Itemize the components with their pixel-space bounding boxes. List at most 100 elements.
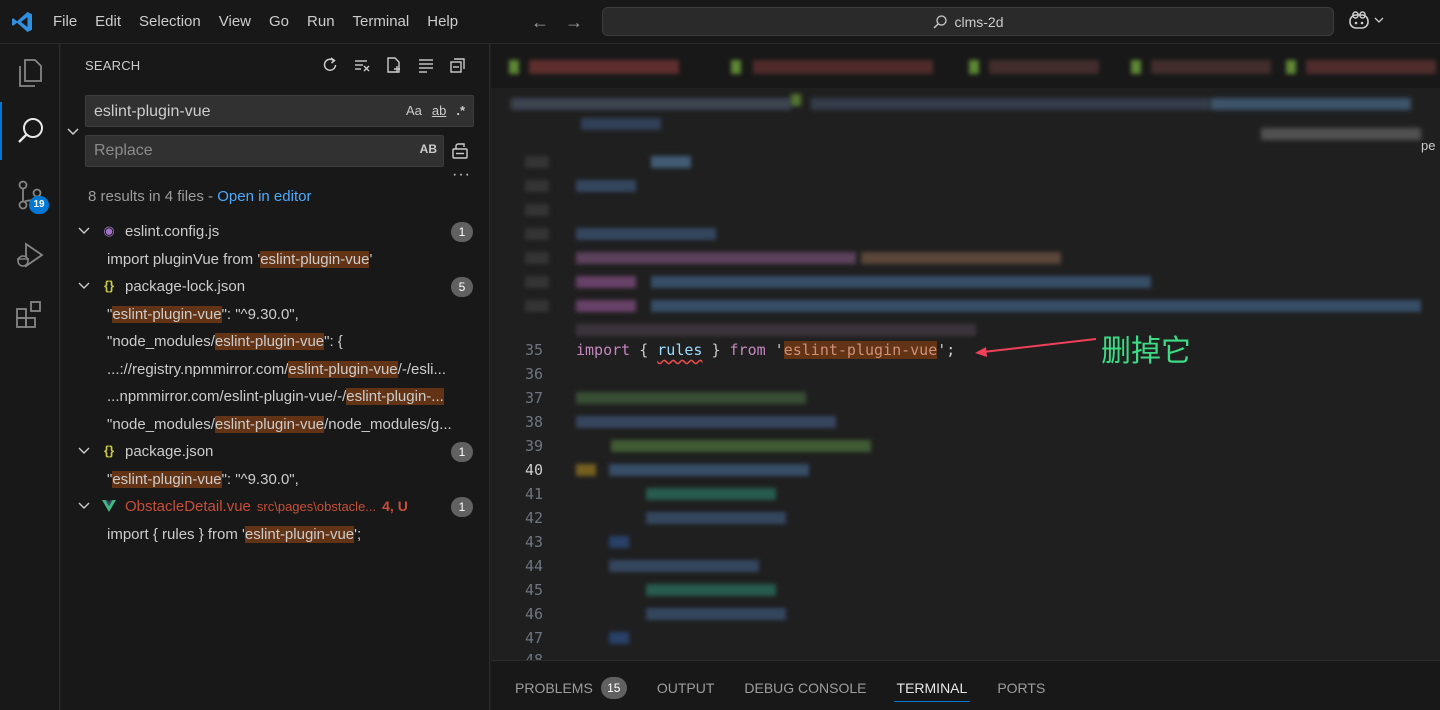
tab-terminal[interactable]: TERMINAL	[893, 675, 971, 702]
search-query: eslint-plugin-vue	[94, 103, 211, 120]
match-line[interactable]: "eslint-plugin-vue": "^9.30.0",	[61, 301, 490, 328]
keyword-from: from	[729, 341, 766, 359]
code-editor[interactable]: pe 35 36 37 38 39 40 41 42 43 44 45 46 4…	[491, 44, 1440, 660]
annotation-arrow	[975, 338, 1097, 357]
tab-ports[interactable]: PORTS	[997, 675, 1045, 701]
brace-close: }	[702, 341, 730, 359]
match-highlight: eslint-plugin-vue	[288, 361, 398, 378]
match-line[interactable]: import { rules } from 'eslint-plugin-vue…	[61, 521, 490, 548]
extensions-icon[interactable]	[0, 285, 60, 343]
file-status: 4, U	[382, 498, 408, 514]
menu-edit[interactable]: Edit	[86, 0, 130, 44]
match-post: ": "^9.30.0",	[221, 471, 299, 488]
match-pre: "node_modules/	[107, 333, 215, 350]
line-number: 43	[524, 533, 543, 551]
results-summary: 8 results in 4 files - Open in editor	[88, 188, 311, 205]
chevron-down-icon[interactable]	[77, 224, 91, 238]
whole-word-toggle[interactable]: ab	[430, 101, 448, 121]
match-line[interactable]: import pluginVue from 'eslint-plugin-vue…	[61, 246, 490, 273]
match-line[interactable]: "node_modules/eslint-plugin-vue": {	[61, 328, 490, 355]
tab-debug-console[interactable]: DEBUG CONSOLE	[744, 675, 866, 701]
copilot-menu[interactable]	[1348, 10, 1384, 30]
more-options-icon[interactable]: ···	[452, 166, 471, 184]
sidebar-title: SEARCH	[85, 58, 141, 73]
line-number: 47	[524, 629, 543, 647]
refresh-icon[interactable]	[319, 54, 341, 76]
menu-view[interactable]: View	[210, 0, 260, 44]
command-center[interactable]: clms-2d	[602, 7, 1334, 36]
file-name: package-lock.json	[125, 278, 246, 295]
menu-file[interactable]: File	[44, 0, 86, 44]
file-path: src\pages\obstacle...	[256, 499, 377, 514]
match-post: /node_modules/g...	[324, 416, 452, 433]
line-number: 37	[524, 389, 543, 407]
search-options: Aa ab .*	[404, 101, 467, 121]
preserve-case-toggle[interactable]: AB	[420, 142, 437, 156]
tab-output[interactable]: OUTPUT	[657, 675, 715, 701]
json-file-icon: {}	[103, 278, 115, 293]
chevron-down-icon[interactable]	[77, 279, 91, 293]
file-name: eslint.config.js	[125, 223, 220, 240]
replace-input[interactable]	[86, 136, 406, 166]
chevron-down-icon[interactable]	[77, 444, 91, 458]
new-search-editor-icon[interactable]	[383, 54, 405, 76]
search-view-icon[interactable]	[0, 102, 60, 160]
file-result-package-lock[interactable]: {} package-lock.json 5	[61, 273, 490, 300]
collapse-all-icon[interactable]	[447, 54, 469, 76]
forward-arrow-icon[interactable]: →	[564, 10, 584, 34]
regex-toggle[interactable]: .*	[454, 101, 467, 121]
match-pre: import { rules } from '	[107, 526, 245, 543]
chevron-down-icon[interactable]	[77, 499, 91, 513]
annotation-text: 删掉它	[1101, 334, 1191, 369]
line-number-current: 40	[524, 461, 543, 479]
menu-run[interactable]: Run	[298, 0, 344, 44]
vue-file-icon	[101, 498, 117, 514]
code-line-35[interactable]: import { rules } from 'eslint-plugin-vue…	[576, 341, 955, 359]
menu-help[interactable]: Help	[418, 0, 467, 44]
match-text: ...npmmirror.com/eslint-plugin-vue/-/esl…	[107, 388, 489, 405]
search-sidebar: SEARCH eslint-plugin-vue Aa ab .* AB ···…	[61, 44, 490, 710]
open-in-editor-link[interactable]: Open in editor	[217, 188, 311, 205]
replace-all-icon[interactable]	[450, 141, 470, 164]
explorer-icon[interactable]	[0, 44, 60, 102]
file-name-group: ObstacleDetail.vue src\pages\obstacle... 4…	[125, 498, 408, 515]
quote-open: '	[765, 341, 784, 359]
clear-results-icon[interactable]	[351, 54, 373, 76]
line-number: 35	[524, 341, 543, 359]
workspace-name: clms-2d	[954, 13, 1004, 30]
tab-problems-label: PROBLEMS	[515, 680, 593, 696]
string-module: eslint-plugin-vue	[783, 341, 938, 359]
match-post: ": "^9.30.0",	[221, 306, 299, 323]
match-count-badge: 1	[451, 222, 473, 242]
match-line[interactable]: ...://registry.npmmirror.com/eslint-plug…	[61, 356, 490, 383]
source-control-icon[interactable]: 19	[0, 166, 60, 224]
eslint-file-icon: ◉	[103, 223, 115, 238]
file-result-package-json[interactable]: {} package.json 1	[61, 438, 490, 465]
run-debug-icon[interactable]	[0, 226, 60, 284]
file-result-eslint-config[interactable]: ◉ eslint.config.js 1	[61, 218, 490, 245]
back-arrow-icon[interactable]: ←	[530, 10, 550, 34]
menu-terminal[interactable]: Terminal	[344, 0, 419, 44]
match-post: '	[369, 251, 373, 268]
line-number: 48	[524, 651, 543, 660]
bottom-panel: PROBLEMS 15 OUTPUT DEBUG CONSOLE TERMINAL…	[491, 660, 1440, 710]
menu-go[interactable]: Go	[260, 0, 298, 44]
toggle-replace-chevron-icon[interactable]	[65, 124, 81, 140]
match-highlight: eslint-plugin-vue	[260, 251, 370, 268]
editor-tabs-obscured	[491, 44, 1440, 88]
match-highlight: eslint-plugin-...	[346, 388, 444, 405]
file-result-obstacle-detail[interactable]: ObstacleDetail.vue src\pages\obstacle... 4…	[61, 493, 490, 520]
match-line[interactable]: "node_modules/eslint-plugin-vue/node_mod…	[61, 411, 490, 438]
search-input[interactable]: eslint-plugin-vue Aa ab .*	[85, 95, 474, 127]
match-line[interactable]: "eslint-plugin-vue": "^9.30.0",	[61, 466, 490, 493]
brace-open: {	[630, 341, 658, 359]
replace-field[interactable]: AB	[85, 135, 444, 167]
results-count: 8 results in 4 files -	[88, 188, 218, 205]
match-count-badge: 1	[451, 442, 473, 462]
match-highlight: eslint-plugin-vue	[112, 471, 222, 488]
view-as-tree-icon[interactable]	[415, 54, 437, 76]
match-case-toggle[interactable]: Aa	[404, 101, 424, 121]
menu-selection[interactable]: Selection	[130, 0, 210, 44]
tab-problems[interactable]: PROBLEMS 15	[515, 675, 627, 701]
match-line[interactable]: ...npmmirror.com/eslint-plugin-vue/-/esl…	[61, 383, 490, 410]
